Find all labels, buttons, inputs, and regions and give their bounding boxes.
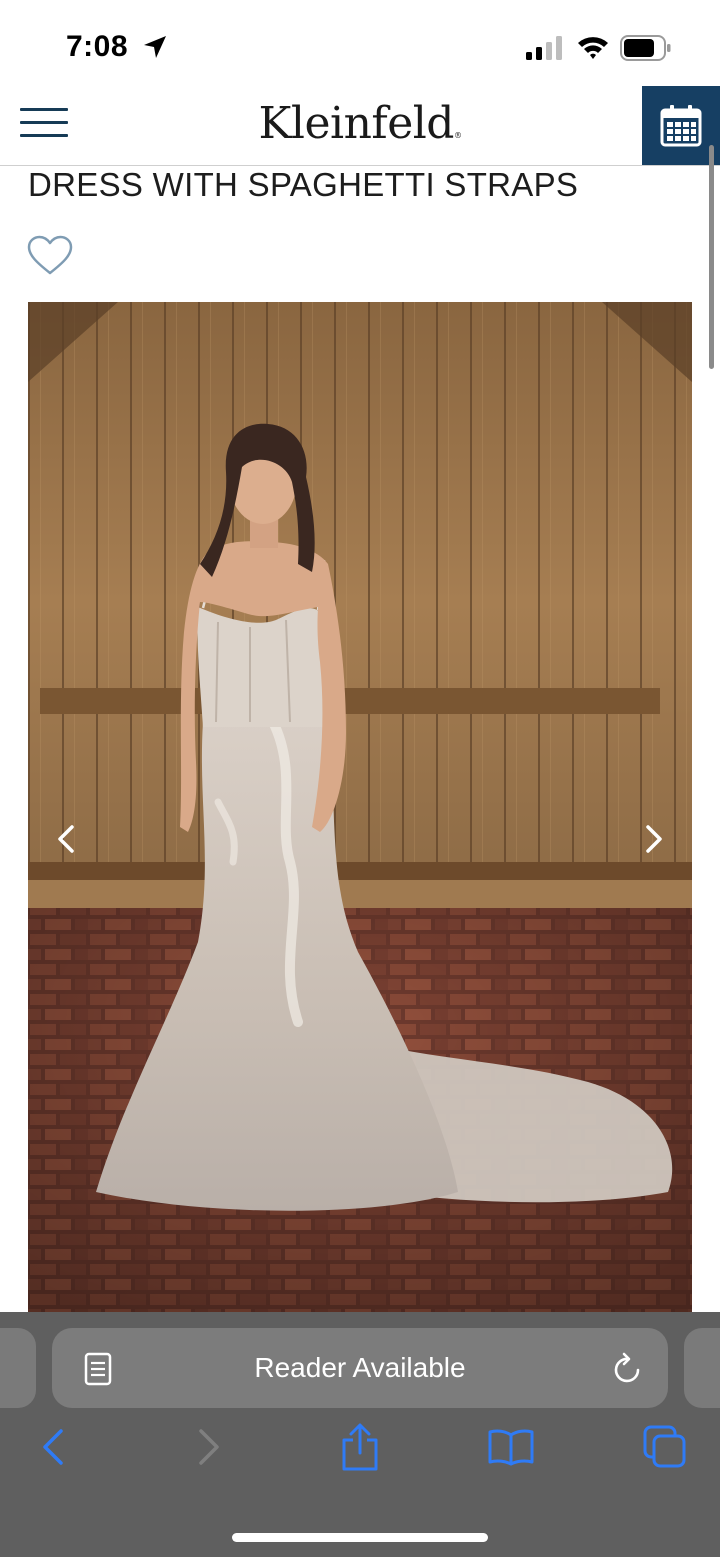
logo-text: Kleinfeld bbox=[258, 98, 455, 149]
logo-mark: ® bbox=[453, 131, 462, 140]
product-image[interactable] bbox=[28, 302, 692, 1314]
tabs-icon bbox=[643, 1425, 686, 1468]
share-button[interactable] bbox=[335, 1422, 385, 1472]
forward-icon bbox=[199, 1429, 219, 1465]
scroll-indicator[interactable] bbox=[709, 145, 714, 369]
carousel-prev-button[interactable] bbox=[44, 814, 88, 864]
calendar-icon bbox=[660, 104, 702, 146]
address-bar[interactable]: Reader Available bbox=[52, 1328, 668, 1408]
status-bar: 7:08 bbox=[0, 0, 720, 90]
back-button[interactable] bbox=[28, 1422, 78, 1472]
carousel-next-button[interactable] bbox=[632, 814, 676, 864]
reload-icon[interactable] bbox=[612, 1350, 644, 1386]
product-photo bbox=[28, 302, 692, 1314]
browser-bottom-bar: Reader Available bbox=[0, 1312, 720, 1557]
back-icon bbox=[43, 1429, 63, 1465]
next-tab-preview[interactable] bbox=[684, 1328, 720, 1408]
signal-icon bbox=[526, 36, 562, 60]
bookmarks-icon bbox=[488, 1429, 534, 1466]
status-time: 7:08 bbox=[66, 30, 129, 63]
site-logo[interactable]: Kleinfeld® bbox=[0, 98, 720, 149]
previous-tab-preview[interactable] bbox=[0, 1328, 36, 1408]
forward-button[interactable] bbox=[184, 1422, 234, 1472]
tabs-button[interactable] bbox=[640, 1422, 690, 1472]
share-icon bbox=[342, 1423, 378, 1471]
chevron-right-icon bbox=[646, 825, 662, 853]
product-title: DRESS WITH SPAGHETTI STRAPS bbox=[28, 166, 579, 203]
site-header: Kleinfeld® bbox=[0, 86, 720, 166]
wifi-icon bbox=[578, 37, 608, 59]
location-arrow-icon bbox=[144, 36, 166, 58]
bookmarks-button[interactable] bbox=[486, 1422, 536, 1472]
browser-toolbar bbox=[0, 1422, 720, 1492]
heart-icon[interactable] bbox=[26, 234, 74, 276]
battery-icon bbox=[620, 35, 671, 61]
chevron-left-icon bbox=[58, 825, 74, 853]
reader-available-label[interactable]: Reader Available bbox=[52, 1352, 668, 1384]
home-indicator[interactable] bbox=[232, 1533, 488, 1542]
